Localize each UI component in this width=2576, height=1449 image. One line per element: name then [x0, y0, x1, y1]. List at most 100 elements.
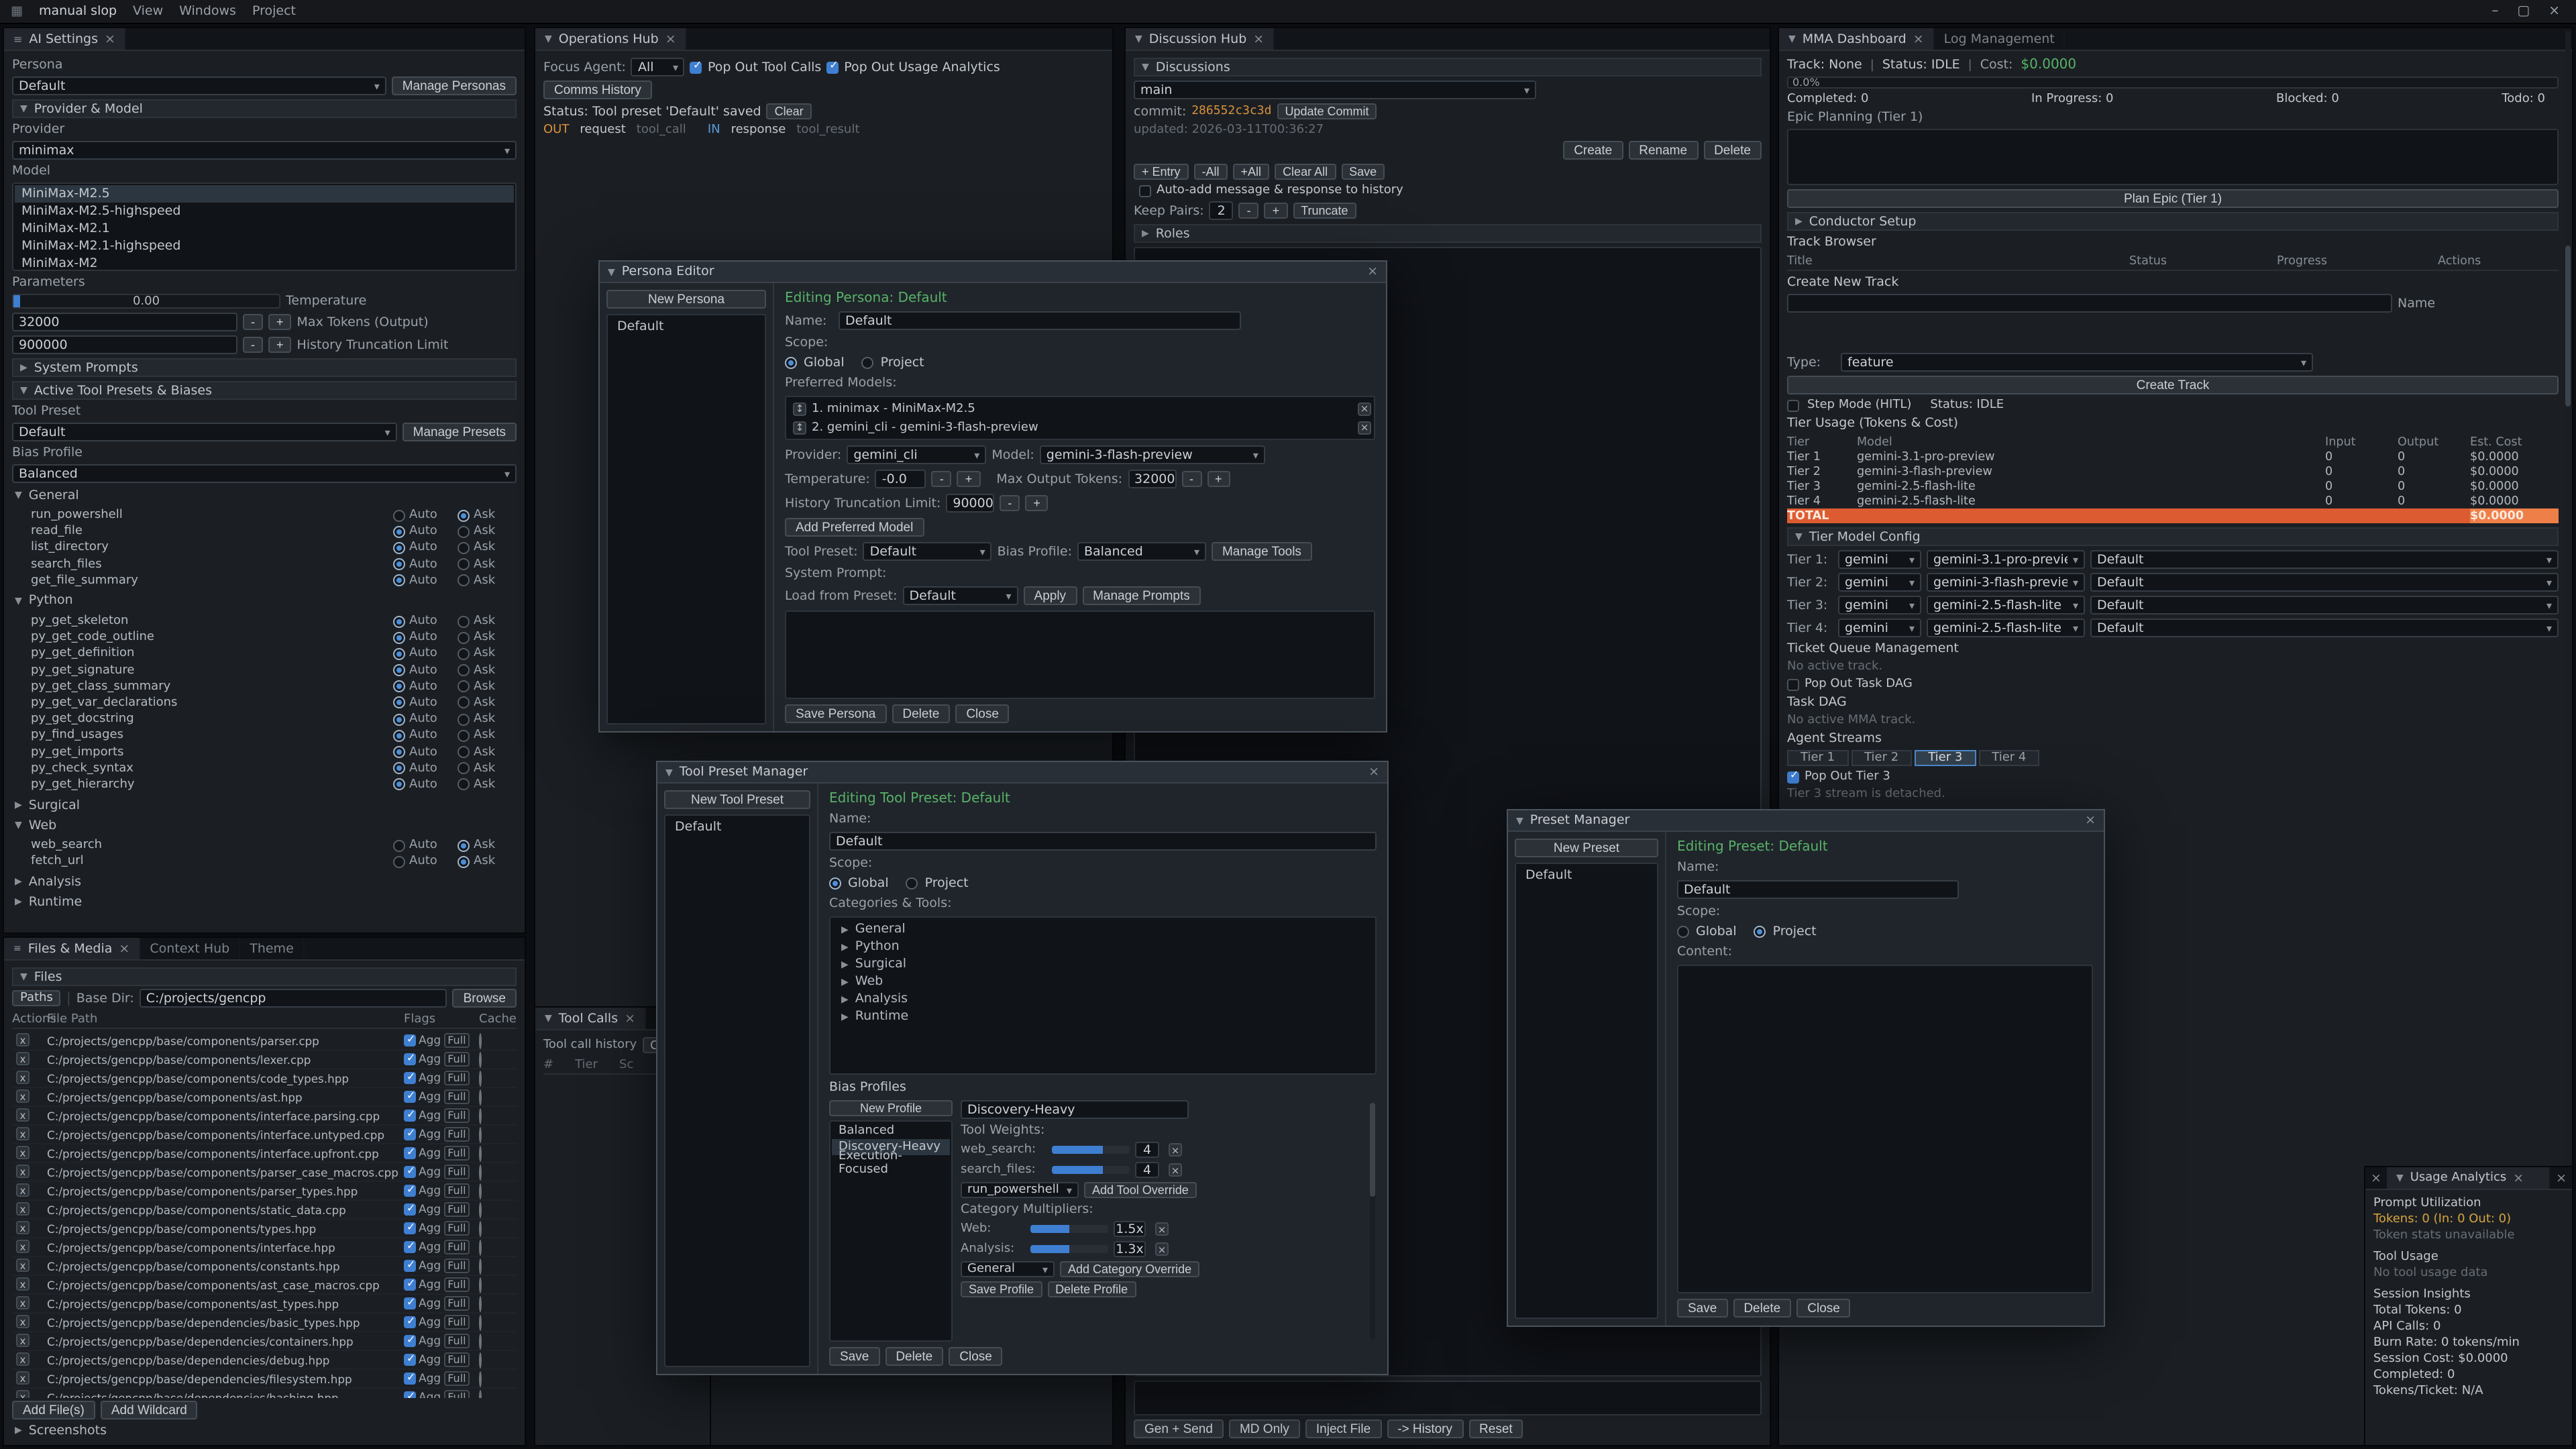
scope-project-radio[interactable] [1754, 926, 1766, 938]
general-group-header[interactable]: ▼General [12, 487, 517, 503]
remove-file-button[interactable]: x [16, 1316, 30, 1329]
keep-pairs-input[interactable]: 2 [1210, 201, 1234, 220]
remove-file-button[interactable]: x [16, 1391, 30, 1399]
persona-name-input[interactable]: Default [839, 311, 1241, 330]
auto-radio[interactable] [393, 631, 405, 643]
bias-area-scrollbar[interactable] [1370, 1103, 1375, 1339]
plan-epic-button[interactable]: Plan Epic (Tier 1) [1787, 189, 2559, 208]
agg-checkbox[interactable] [404, 1166, 416, 1178]
full-flag[interactable]: Full [443, 1108, 470, 1123]
preset-list-item[interactable]: Default [1519, 867, 1654, 884]
add-preferred-model-button[interactable]: Add Preferred Model [785, 518, 924, 537]
tool-preset-titlebar[interactable]: ▼ Tool Preset Manager × [657, 762, 1387, 784]
category-row[interactable]: ▶Analysis [833, 990, 1373, 1008]
tool-preset-dropdown[interactable]: Default [12, 423, 397, 441]
track-type-dropdown[interactable]: feature [1841, 353, 2313, 372]
new-profile-button[interactable]: New Profile [829, 1100, 953, 1116]
remove-file-button[interactable]: x [16, 1240, 30, 1254]
tool-override-dropdown[interactable]: run_powershell [961, 1182, 1079, 1198]
auto-radio[interactable] [393, 746, 405, 758]
agg-checkbox[interactable] [404, 1297, 416, 1309]
increment-button[interactable]: + [1025, 495, 1049, 511]
cache-indicator[interactable] [479, 1108, 482, 1124]
close-dialog-button[interactable]: Close [949, 1347, 1003, 1366]
tab-mma-dashboard[interactable]: ▼MMA Dashboard× [1779, 28, 1935, 50]
close-icon[interactable]: × [1913, 32, 1924, 46]
add-tool-override-button[interactable]: Add Tool Override [1084, 1182, 1197, 1198]
agg-checkbox[interactable] [404, 1354, 416, 1366]
tier-model-dropdown[interactable]: gemini-2.5-flash-lite [1927, 596, 2085, 614]
close-icon[interactable]: × [2365, 1167, 2387, 1189]
tier-model-dropdown[interactable]: gemini-3.1-pro-preview [1927, 550, 2085, 569]
tier-prompt-dropdown[interactable]: Default [2090, 596, 2559, 614]
auto-radio[interactable] [393, 839, 405, 851]
category-row[interactable]: ▶General [833, 920, 1373, 938]
ask-radio[interactable] [458, 615, 470, 627]
tier-provider-dropdown[interactable]: gemini [1838, 573, 1921, 592]
ask-radio[interactable] [458, 558, 470, 570]
close-icon[interactable]: × [1253, 32, 1264, 46]
agg-checkbox[interactable] [404, 1241, 416, 1253]
cache-indicator[interactable] [479, 1220, 482, 1236]
category-override-dropdown[interactable]: General [961, 1261, 1055, 1277]
manage-tools-button[interactable]: Manage Tools [1212, 542, 1312, 561]
screenshots-header[interactable]: ▶Screenshots [12, 1422, 517, 1438]
composer-button[interactable]: -> History [1387, 1419, 1463, 1438]
auto-radio[interactable] [393, 575, 405, 587]
bias-profile-dropdown[interactable]: Balanced [1077, 542, 1206, 561]
close-icon[interactable]: × [2085, 813, 2096, 828]
epic-planning-textarea[interactable] [1787, 129, 2559, 185]
bias-profile-dropdown[interactable]: Balanced [12, 464, 517, 483]
cache-indicator[interactable] [479, 1314, 482, 1330]
auto-radio[interactable] [393, 558, 405, 570]
weight-value[interactable]: 4 [1135, 1162, 1159, 1178]
composer-button[interactable]: Inject File [1305, 1419, 1381, 1438]
roles-header[interactable]: ▶Roles [1134, 224, 1762, 243]
menu-windows[interactable]: Windows [179, 4, 236, 19]
new-tool-preset-button[interactable]: New Tool Preset [664, 790, 810, 809]
system-prompts-header[interactable]: ▶System Prompts [12, 358, 517, 377]
auto-radio[interactable] [393, 697, 405, 709]
model-option[interactable]: MiniMax-M2.1 [15, 220, 514, 237]
cache-indicator[interactable] [479, 1371, 482, 1387]
runtime-group-header[interactable]: ▶Runtime [12, 894, 517, 910]
decrement-button[interactable]: - [1181, 471, 1201, 487]
weight-value[interactable]: 4 [1135, 1142, 1159, 1158]
tier-model-dropdown[interactable]: gemini-3-flash-preview [1927, 573, 2085, 592]
full-flag[interactable]: Full [443, 1315, 470, 1330]
delete-button[interactable]: Delete [885, 1347, 943, 1366]
provider-dropdown[interactable]: gemini_cli [847, 445, 986, 464]
full-flag[interactable]: Full [443, 1240, 470, 1254]
discussion-dropdown[interactable]: main [1134, 80, 1536, 99]
tab-usage-analytics[interactable]: ▼Usage Analytics× [2387, 1167, 2551, 1189]
full-flag[interactable]: Full [443, 1390, 470, 1398]
ask-radio[interactable] [458, 664, 470, 676]
tab-operations-hub[interactable]: ▼Operations Hub× [535, 28, 687, 50]
pop-out-usage-checkbox[interactable] [826, 61, 839, 73]
full-flag[interactable]: Full [443, 1033, 470, 1048]
delete-button[interactable]: Delete [1733, 1299, 1791, 1318]
step-mode-checkbox[interactable] [1787, 399, 1799, 411]
python-group-header[interactable]: ▼Python [12, 593, 517, 609]
tool-preset-dropdown[interactable]: Default [863, 542, 992, 561]
full-flag[interactable]: Full [443, 1183, 470, 1198]
browse-button[interactable]: Browse [453, 989, 517, 1008]
tier-prompt-dropdown[interactable]: Default [2090, 619, 2559, 637]
remove-model-button[interactable]: × [1358, 402, 1371, 415]
agg-checkbox[interactable] [404, 1373, 416, 1385]
tier-model-config-header[interactable]: ▼Tier Model Config [1787, 527, 2559, 546]
tab-ai-settings[interactable]: ≡ AI Settings × [4, 28, 126, 50]
create-track-button[interactable]: Create Track [1787, 376, 2559, 394]
composer-button[interactable]: MD Only [1229, 1419, 1300, 1438]
remove-file-button[interactable]: x [16, 1128, 30, 1141]
reorder-handle-icon[interactable]: ↕ [793, 421, 806, 434]
auto-radio[interactable] [393, 713, 405, 725]
tab-theme[interactable]: Theme [240, 938, 305, 959]
comms-history-button[interactable]: Comms History [543, 80, 652, 99]
temperature-input[interactable]: -0.0 [875, 470, 926, 488]
category-row[interactable]: ▶Web [833, 973, 1373, 990]
full-flag[interactable]: Full [443, 1296, 470, 1311]
history-limit-input[interactable]: 900000 [12, 335, 237, 354]
full-flag[interactable]: Full [443, 1146, 470, 1161]
tool-preset-name-input[interactable]: Default [829, 832, 1377, 851]
